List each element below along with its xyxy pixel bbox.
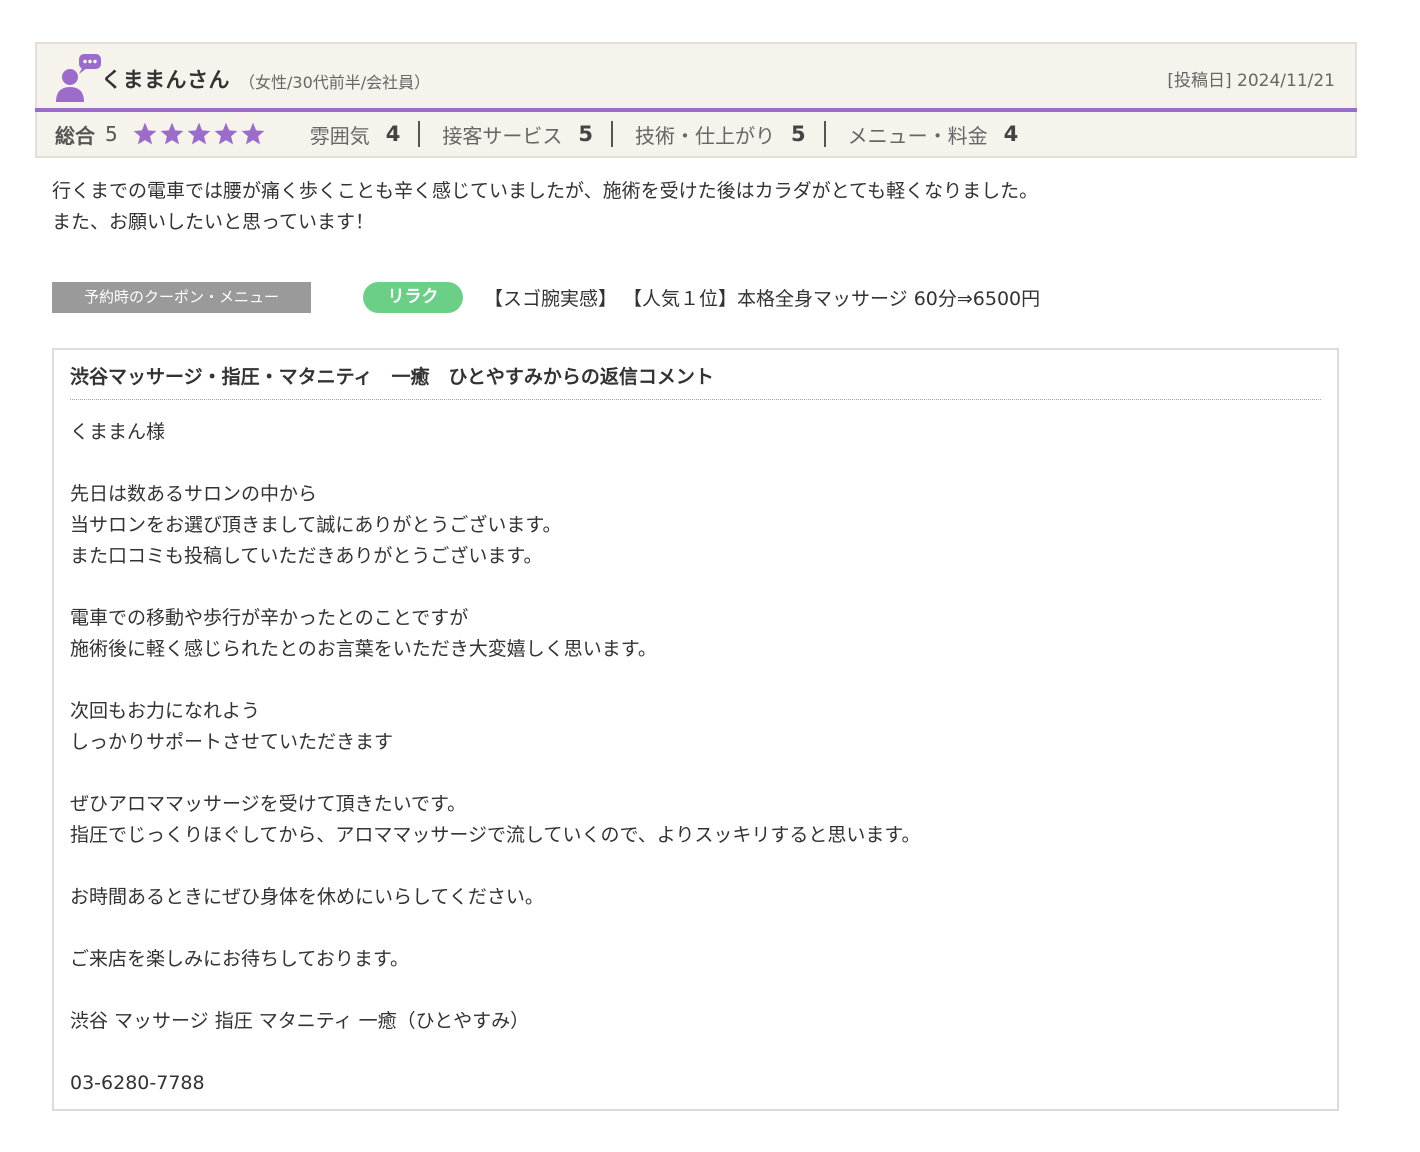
ratings-bar: 総合 5 雰囲気 4 接客サービス 5 技術・仕上がり 5 メニュー・料金 4	[35, 112, 1357, 158]
reply-line: しっかりサポートさせていただきます	[70, 731, 394, 753]
star-icon	[160, 122, 184, 145]
rating-technique: 技術・仕上がり 5	[635, 120, 806, 149]
reply-body: くままん様先日は数あるサロンの中から当サロンをお選び頂きまして誠にありがとうござ…	[70, 417, 920, 1099]
rating-score: 4	[1003, 122, 1019, 146]
reply-line: また口コミも投稿していただきありがとうございます。	[70, 545, 543, 567]
relax-badge: リラク	[363, 282, 463, 313]
coupon-label: 予約時のクーポン・メニュー	[52, 282, 311, 313]
star-icon	[133, 122, 157, 145]
reply-line: 先日は数あるサロンの中から	[70, 483, 318, 505]
reviewer-name: くままんさん	[101, 68, 230, 92]
divider	[823, 121, 826, 147]
reply-line	[70, 975, 920, 1006]
divider	[418, 121, 421, 147]
rating-score: 4	[385, 122, 401, 146]
reviewer-attributes: （女性/30代前半/会社員）	[239, 73, 431, 92]
reply-line: くままん様	[70, 421, 166, 443]
review-text: 行くまでの電車では腰が痛く歩くことも辛く感じていましたが、施術を受けた後はカラダ…	[52, 176, 1038, 238]
reply-line: 03-6280-7788	[70, 1072, 205, 1094]
overall-rating-label: 総合	[55, 123, 95, 148]
reply-line	[70, 913, 920, 944]
divider	[610, 121, 613, 147]
user-comment-icon	[56, 54, 101, 102]
reply-line: 次回もお力になれよう	[70, 700, 261, 722]
reply-line	[70, 448, 920, 479]
post-date: [投稿日] 2024/11/21	[1167, 71, 1335, 91]
reply-line: お時間あるときにぜひ身体を休めにいらしてください。	[70, 886, 544, 908]
reply-line	[70, 665, 920, 696]
star-icon	[187, 122, 211, 145]
rating-label: 雰囲気	[309, 123, 370, 148]
coupon-menu-link[interactable]: 【スゴ腕実感】 【人気１位】本格全身マッサージ 60分⇒6500円	[484, 284, 1040, 311]
review-card: くままんさん （女性/30代前半/会社員） [投稿日] 2024/11/21 総…	[35, 42, 1357, 158]
star-icon	[241, 122, 265, 145]
review-text-line: 行くまでの電車では腰が痛く歩くことも辛く感じていましたが、施術を受けた後はカラダ…	[52, 180, 1039, 202]
reply-line	[70, 758, 920, 789]
star-rating	[132, 121, 266, 147]
review-text-line: また、お願いしたいと思っています！	[52, 211, 375, 233]
reply-line: 渋谷 マッサージ 指圧 マタニティ 一癒（ひとやすみ）	[70, 1010, 530, 1032]
reply-line: 当サロンをお選び頂きまして誠にありがとうございます。	[70, 514, 562, 536]
rating-label: 技術・仕上がり	[634, 123, 775, 148]
reply-divider	[70, 399, 1321, 400]
salon-reply: 渋谷マッサージ・指圧・マタニティ 一癒 ひとやすみからの返信コメント くままん様…	[52, 348, 1339, 1111]
overall-rating-value: 5	[105, 122, 118, 146]
reply-line	[70, 572, 920, 603]
rating-service: 接客サービス 5	[442, 120, 593, 149]
reply-line	[70, 1037, 920, 1068]
reply-line	[70, 851, 920, 882]
rating-score: 5	[790, 122, 806, 146]
reply-line: ぜひアロママッサージを受けて頂きたいです。	[70, 793, 467, 815]
rating-score: 5	[578, 122, 593, 146]
review-header: くままんさん （女性/30代前半/会社員） [投稿日] 2024/11/21	[35, 42, 1357, 108]
reply-line: 施術後に軽く感じられたとのお言葉をいただき大変嬉しく思います。	[70, 638, 657, 660]
rating-label: 接客サービス	[442, 123, 563, 148]
star-icon	[214, 122, 238, 145]
rating-atmosphere: 雰囲気 4	[310, 120, 401, 149]
reply-line: 指圧でじっくりほぐしてから、アロママッサージで流していくので、よりスッキリすると…	[70, 824, 921, 846]
coupon-row: 予約時のクーポン・メニュー リラク 【スゴ腕実感】 【人気１位】本格全身マッサー…	[52, 282, 1352, 313]
rating-label: メニュー・料金	[847, 123, 988, 148]
reply-title: 渋谷マッサージ・指圧・マタニティ 一癒 ひとやすみからの返信コメント	[70, 366, 714, 388]
rating-menu-price: メニュー・料金 4	[848, 120, 1019, 149]
reply-line: 電車での移動や歩行が辛かったとのことですが	[70, 607, 469, 629]
reply-line: ご来店を楽しみにお待ちしております。	[70, 948, 409, 970]
